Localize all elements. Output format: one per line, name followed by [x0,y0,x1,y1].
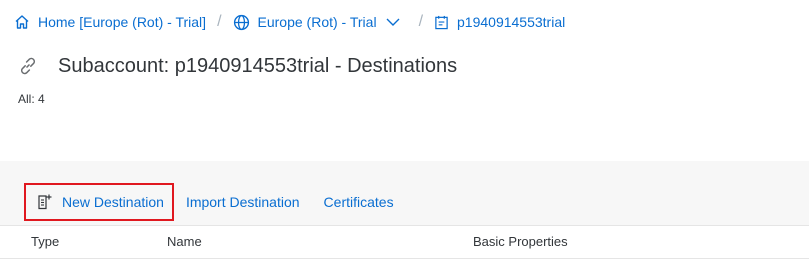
breadcrumb: Home [Europe (Rot) - Trial] / Europe (Ro… [14,12,565,32]
globe-icon [233,14,249,30]
subaccount-icon [435,15,448,29]
breadcrumb-separator: / [418,13,424,30]
new-document-icon [38,194,52,210]
page-header: Subaccount: p1940914553trial - Destinati… [17,54,457,78]
breadcrumb-subaccount-label: p1940914553trial [457,14,566,30]
breadcrumb-region-label: Europe (Rot) - Trial [257,14,377,30]
link-icon [17,54,41,78]
import-destination-button[interactable]: Import Destination [174,183,312,221]
breadcrumb-home[interactable]: Home [Europe (Rot) - Trial] [14,14,206,30]
page-title: Subaccount: p1940914553trial - Destinati… [58,54,458,77]
breadcrumb-subaccount[interactable]: p1940914553trial [434,14,565,30]
column-header-basic-properties[interactable]: Basic Properties [473,234,568,249]
breadcrumb-home-label: Home [Europe (Rot) - Trial] [38,14,207,30]
certificates-button[interactable]: Certificates [312,183,406,221]
breadcrumb-region[interactable]: Europe (Rot) - Trial [233,14,408,31]
home-icon [15,15,29,29]
table-header: Type Name Basic Properties [0,226,809,259]
column-header-name[interactable]: Name [167,234,202,249]
new-destination-button[interactable]: New Destination [24,183,174,221]
item-count: All: 4 [18,92,45,106]
toolbar: New Destination Import Destination Certi… [24,183,406,221]
chevron-down-icon[interactable] [386,17,408,27]
import-destination-label: Import Destination [185,194,300,210]
column-header-type[interactable]: Type [31,234,59,249]
new-destination-label: New Destination [62,194,164,210]
breadcrumb-separator: / [217,13,222,30]
certificates-label: Certificates [323,194,394,210]
